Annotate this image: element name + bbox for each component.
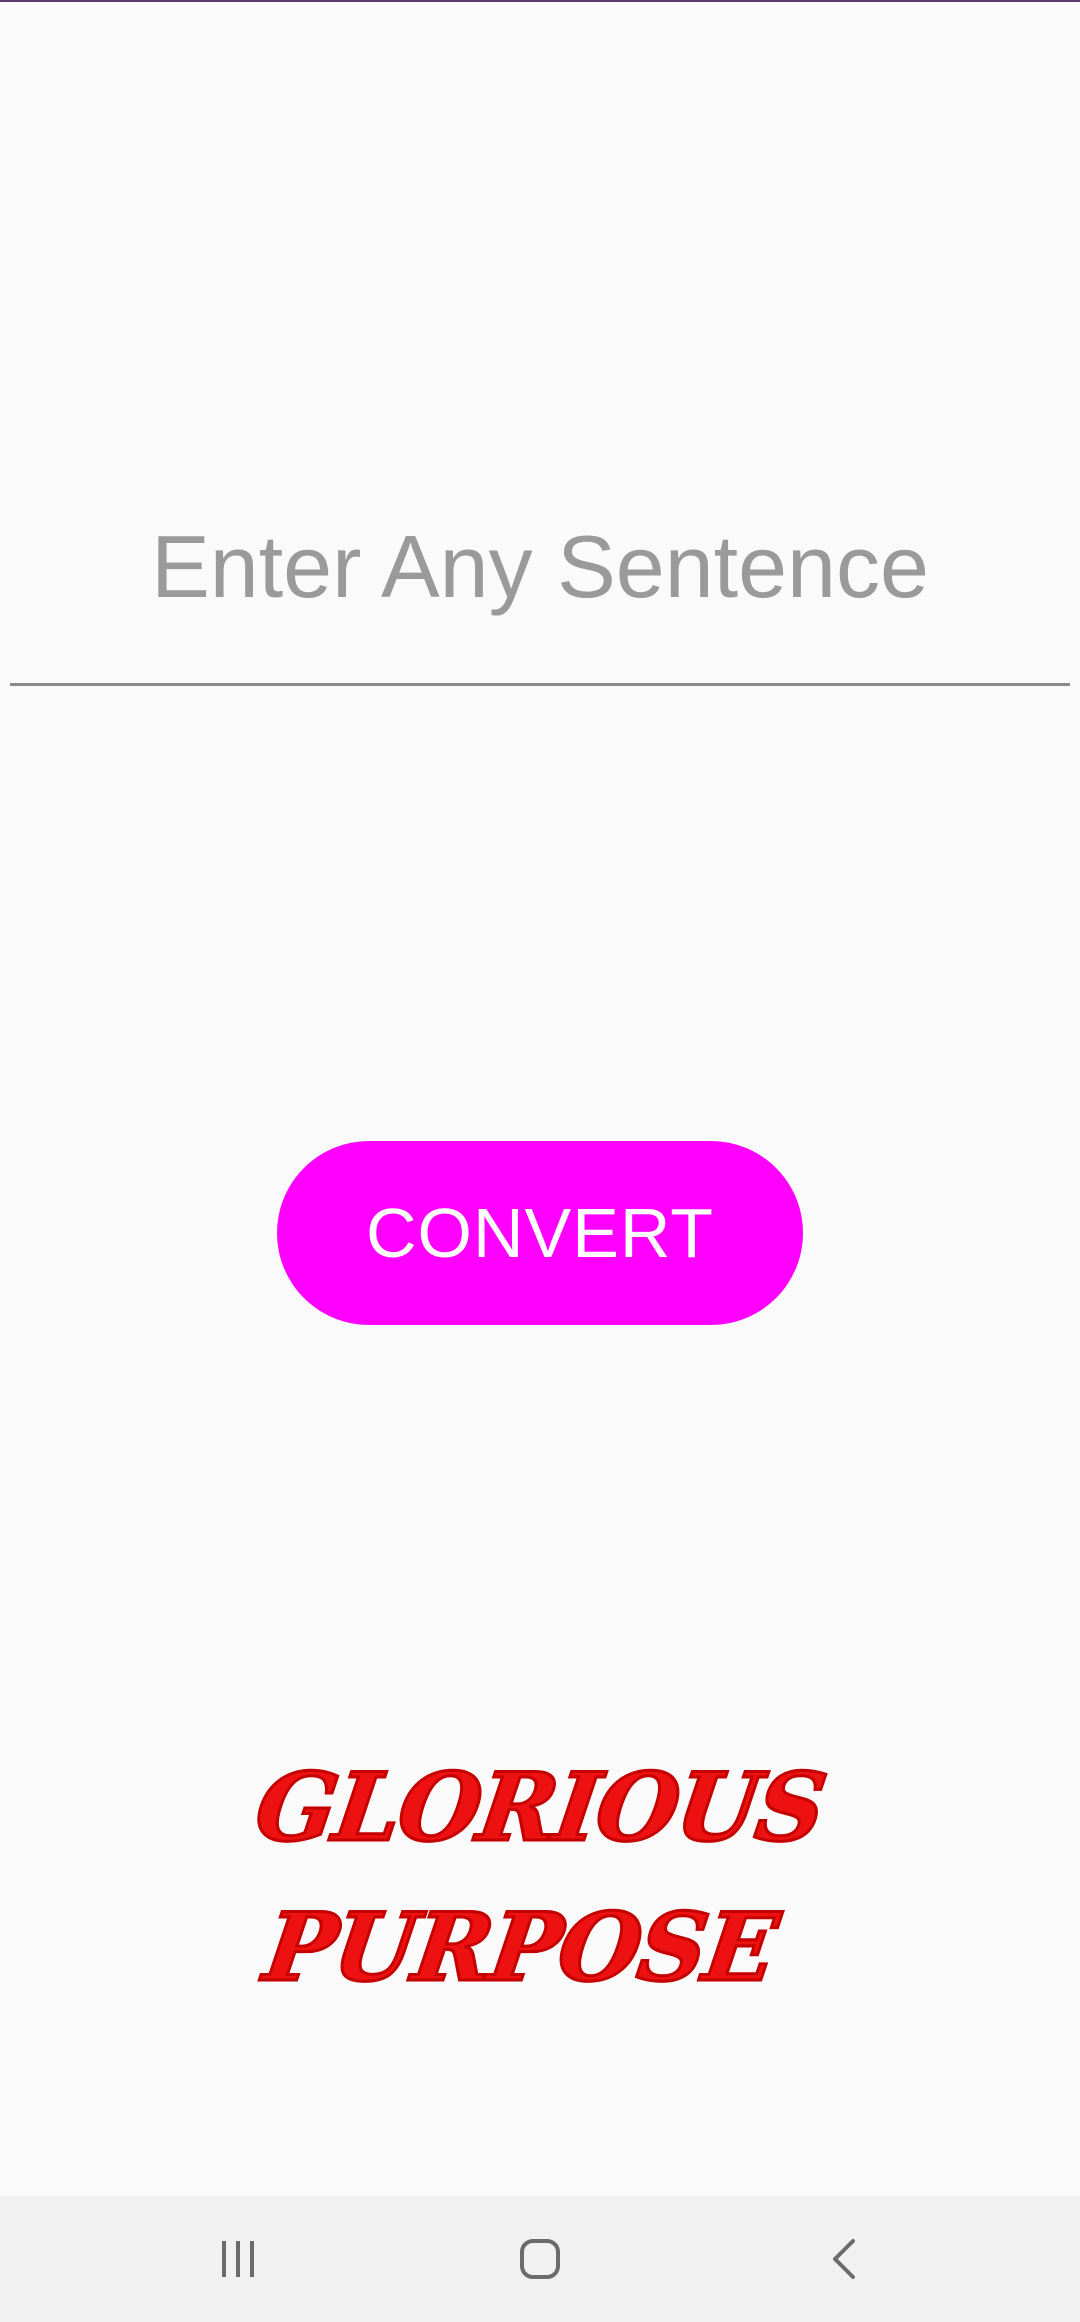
converted-text-output: GLORIOUS PURPOSE (248, 1752, 833, 2005)
back-button[interactable] (775, 2196, 915, 2322)
system-navigation-bar (0, 2196, 1080, 2322)
recent-apps-icon (222, 2241, 254, 2277)
convert-button[interactable]: CONVERT (277, 1141, 803, 1325)
app-screen: CONVERT GLORIOUS PURPOSE (0, 0, 1080, 2322)
sentence-input-container (10, 490, 1070, 686)
home-button[interactable] (470, 2196, 610, 2322)
status-bar-strip (0, 0, 1080, 2)
recent-apps-button[interactable] (168, 2196, 308, 2322)
sentence-input[interactable] (10, 490, 1070, 686)
home-icon (520, 2239, 560, 2279)
back-icon (833, 2239, 855, 2279)
